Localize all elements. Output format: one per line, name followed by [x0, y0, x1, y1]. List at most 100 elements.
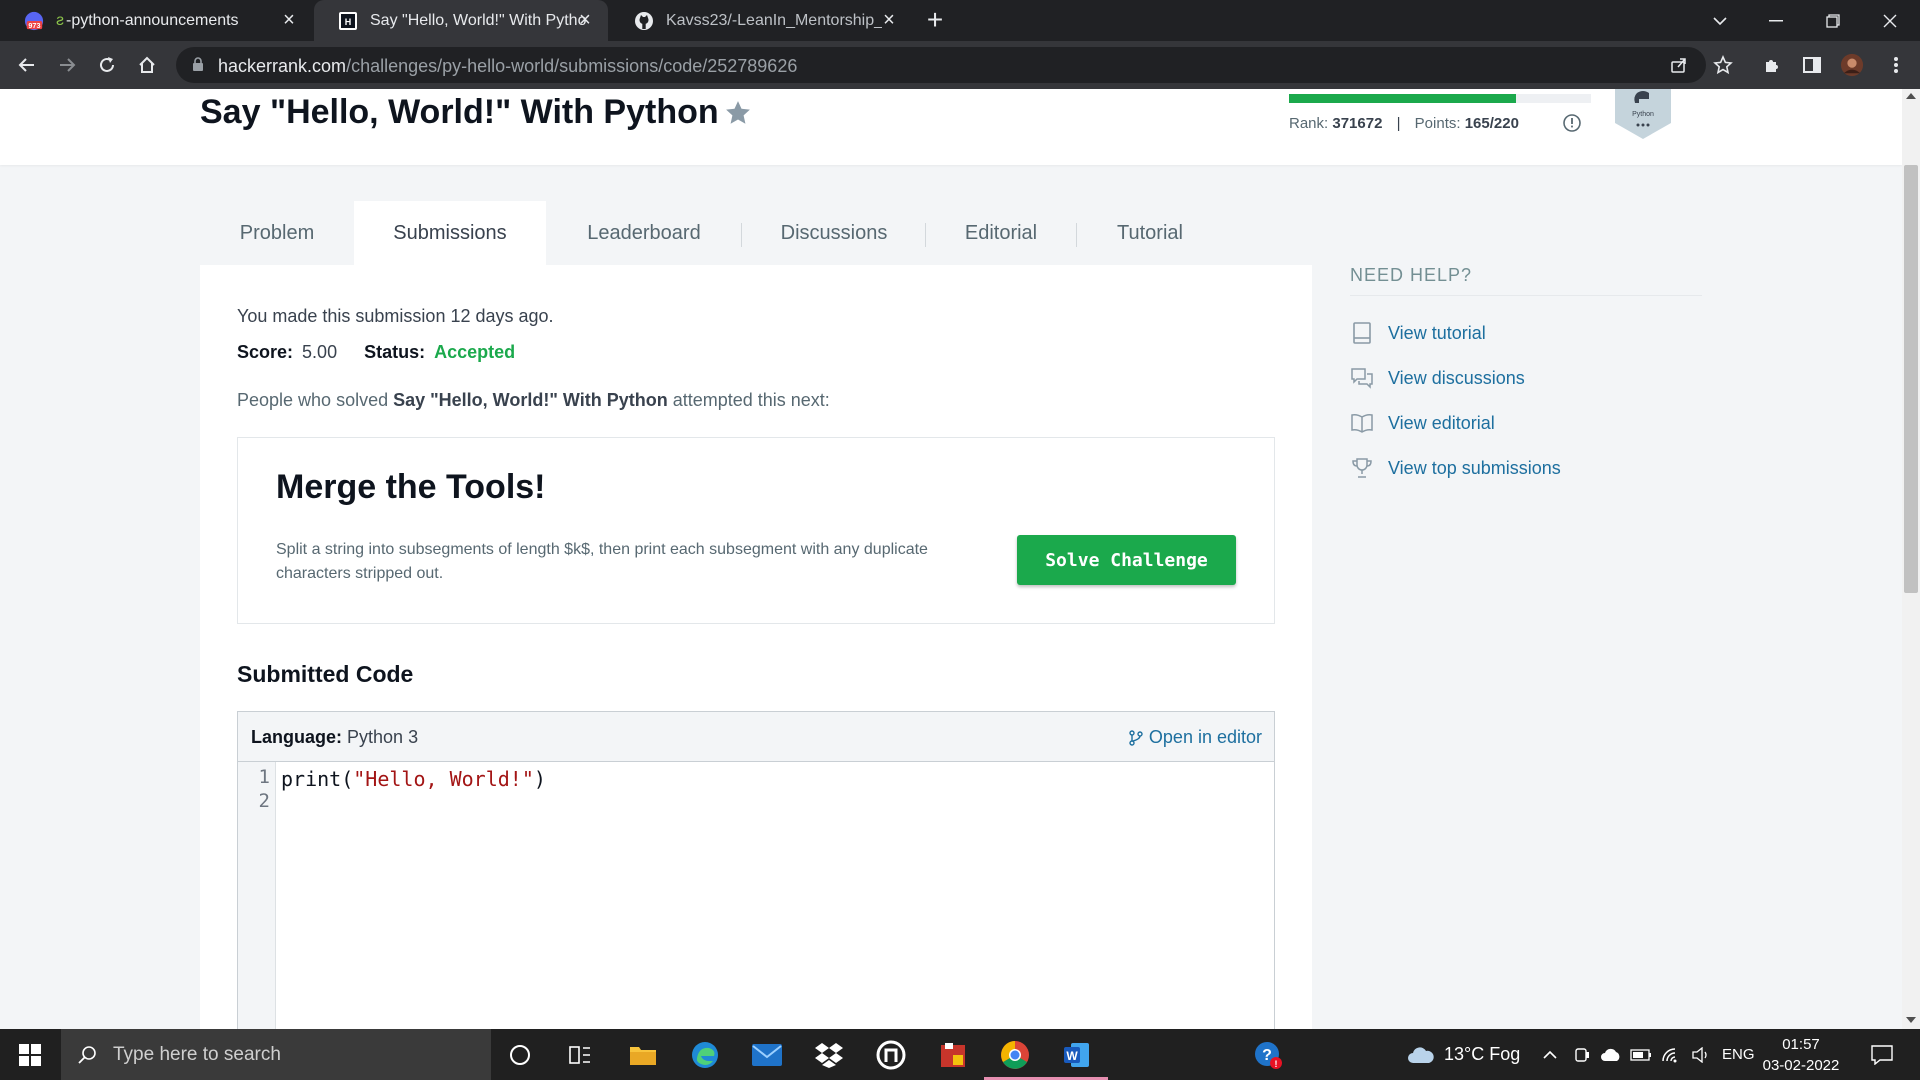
- view-discussions-link[interactable]: View discussions: [1350, 364, 1525, 392]
- input-language[interactable]: ENG: [1722, 1029, 1755, 1080]
- word-icon[interactable]: W: [1057, 1029, 1097, 1080]
- tab-submissions[interactable]: Submissions: [354, 201, 546, 265]
- code-viewer-header: Language: Python 3 Open in editor: [238, 712, 1274, 762]
- tab-problem[interactable]: Problem: [200, 201, 354, 265]
- rank-label: Rank:: [1289, 115, 1329, 132]
- back-icon[interactable]: [15, 53, 39, 77]
- points-label: Points:: [1414, 115, 1461, 132]
- status-value: Accepted: [434, 342, 516, 362]
- weather-value: 13°C Fog: [1444, 1044, 1521, 1064]
- help-app-icon[interactable]: ?!: [1248, 1029, 1288, 1080]
- mail-icon[interactable]: [747, 1029, 787, 1080]
- forward-icon[interactable]: [55, 53, 79, 77]
- browser-tab-github[interactable]: Kavss23/-LeanIn_Mentorship_Jan ×: [610, 0, 912, 41]
- language-value: Python 3: [347, 727, 419, 747]
- tab-search-chevron-icon[interactable]: [1692, 0, 1748, 41]
- lock-icon[interactable]: [192, 57, 204, 72]
- cortana-icon[interactable]: [500, 1029, 540, 1080]
- view-discussions-label: View discussions: [1388, 367, 1525, 388]
- weather-cloud-icon[interactable]: [1404, 1029, 1438, 1080]
- view-tutorial-link[interactable]: View tutorial: [1350, 319, 1486, 347]
- scrollbar-thumb[interactable]: [1904, 165, 1918, 593]
- volume-icon[interactable]: [1688, 1029, 1714, 1080]
- bookmark-star-icon[interactable]: [724, 99, 752, 127]
- browser-tab-hackerrank[interactable]: H Say "Hello, World!" With Python | ×: [314, 0, 608, 41]
- open-in-editor-link[interactable]: Open in editor: [1129, 727, 1262, 748]
- url-path: /challenges/py-hello-world/submissions/c…: [346, 56, 798, 76]
- office-app-icon[interactable]: [933, 1029, 973, 1080]
- dropbox-icon[interactable]: [809, 1029, 849, 1080]
- line-number-gutter: 1 2: [238, 762, 276, 1029]
- url-host: hackerrank.com: [218, 56, 347, 76]
- search-placeholder: Type here to search: [113, 1043, 281, 1065]
- line-number: 2: [258, 790, 270, 812]
- hackerrank-icon: H: [338, 11, 358, 31]
- chrome-icon[interactable]: [995, 1029, 1035, 1080]
- score-value: 5.00: [302, 342, 338, 362]
- app-circle-icon[interactable]: [871, 1029, 911, 1080]
- file-explorer-icon[interactable]: [623, 1029, 663, 1080]
- python-badge[interactable]: Python: [1611, 89, 1675, 139]
- taskbar-search-box[interactable]: Type here to search: [61, 1029, 491, 1080]
- taskbar-clock[interactable]: 01:57 03-02-2022: [1755, 1034, 1847, 1076]
- task-view-icon[interactable]: [560, 1029, 600, 1080]
- restore-icon[interactable]: [1805, 0, 1861, 41]
- close-window-icon[interactable]: [1862, 0, 1918, 41]
- view-tutorial-label: View tutorial: [1388, 322, 1486, 343]
- code-function: print(: [281, 767, 354, 791]
- tab-editorial[interactable]: Editorial: [926, 201, 1076, 265]
- reload-icon[interactable]: [95, 53, 119, 77]
- clock-time: 01:57: [1782, 1036, 1820, 1053]
- open-book-icon: [1350, 411, 1374, 435]
- python-emoji-icon: ƨ: [56, 11, 64, 29]
- tab-badge-count: 973: [28, 20, 40, 29]
- edge-icon[interactable]: [685, 1029, 725, 1080]
- bookmark-star-icon[interactable]: [1711, 53, 1735, 77]
- badge-label: Python: [1632, 111, 1654, 118]
- submission-card: You made this submission 12 days ago. Sc…: [200, 265, 1312, 1029]
- score-status-line: Score: 5.00 Status: Accepted: [237, 342, 515, 363]
- new-tab-button[interactable]: +: [922, 6, 948, 34]
- close-tab-icon[interactable]: ×: [880, 10, 898, 30]
- profile-avatar[interactable]: [1840, 53, 1864, 77]
- browser-tab-discord[interactable]: 973 ƨ -python-announcements ×: [0, 0, 312, 41]
- next-challenge-description: Split a string into subsegments of lengt…: [276, 541, 928, 582]
- onedrive-cloud-icon[interactable]: [1598, 1029, 1624, 1080]
- tab-discussions[interactable]: Discussions: [742, 201, 926, 265]
- close-tab-icon[interactable]: ×: [576, 10, 594, 30]
- svg-text:W: W: [1066, 1049, 1078, 1063]
- view-editorial-link[interactable]: View editorial: [1350, 409, 1495, 437]
- notifications-icon[interactable]: [1862, 1029, 1902, 1080]
- language-line: Language: Python 3: [251, 727, 418, 748]
- share-icon[interactable]: [1670, 56, 1688, 74]
- windows-taskbar: Type here to search W ?! 13°C Fog ENG 01…: [0, 1029, 1920, 1080]
- search-icon: [77, 1045, 97, 1065]
- tab-leaderboard[interactable]: Leaderboard: [546, 201, 742, 265]
- side-panel-icon[interactable]: [1800, 53, 1824, 77]
- extensions-icon[interactable]: [1760, 53, 1784, 77]
- meet-now-icon[interactable]: [1570, 1029, 1594, 1080]
- next-challenge-title[interactable]: Merge the Tools!: [276, 468, 546, 507]
- address-bar[interactable]: hackerrank.com/challenges/py-hello-world…: [176, 47, 1706, 83]
- tray-chevron-up-icon[interactable]: [1540, 1029, 1560, 1080]
- code-string: "Hello, World!": [353, 767, 534, 791]
- trophy-icon: [1350, 456, 1374, 480]
- intro-challenge: Say "Hello, World!" With Python: [393, 390, 668, 410]
- home-icon[interactable]: [135, 53, 159, 77]
- divider: |: [1396, 115, 1401, 132]
- tab-tutorial[interactable]: Tutorial: [1077, 201, 1223, 265]
- windows-start-icon[interactable]: [0, 1029, 60, 1080]
- view-top-submissions-link[interactable]: View top submissions: [1350, 454, 1561, 482]
- book-icon: [1350, 321, 1374, 345]
- solve-challenge-button[interactable]: Solve Challenge: [1017, 535, 1236, 585]
- points-progress-fill: [1289, 94, 1516, 103]
- wifi-icon[interactable]: [1658, 1029, 1684, 1080]
- info-icon[interactable]: [1562, 113, 1582, 133]
- minimize-icon[interactable]: [1748, 0, 1804, 41]
- close-tab-icon[interactable]: ×: [280, 10, 298, 30]
- weather-text[interactable]: 13°C Fog: [1444, 1029, 1520, 1080]
- open-in-editor-label: Open in editor: [1148, 727, 1262, 747]
- browser-menu-icon[interactable]: [1884, 53, 1908, 77]
- battery-icon[interactable]: [1628, 1029, 1654, 1080]
- svg-text:H: H: [345, 17, 352, 27]
